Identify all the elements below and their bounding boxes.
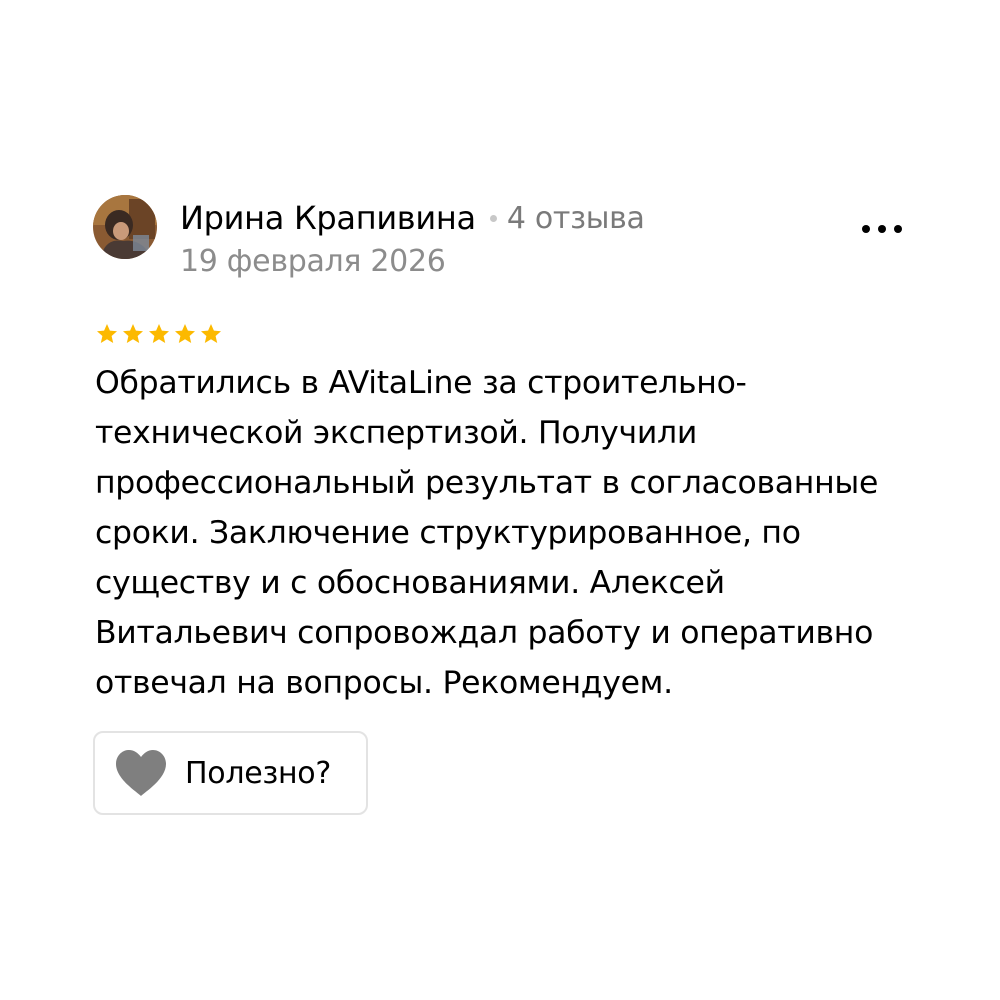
user-photo-avatar-icon bbox=[93, 195, 157, 259]
more-options-button[interactable] bbox=[855, 212, 909, 246]
helpful-label: Полезно? bbox=[185, 755, 331, 791]
review-text: Обратились в AVitaLine за строительно-те… bbox=[95, 358, 915, 708]
review-text-line: Обратились в AVitaLine за строительно- bbox=[95, 365, 747, 401]
author-review-count[interactable]: 4 отзыва bbox=[507, 201, 645, 236]
review-text-line: отвечал на вопросы. Рекомендуем. bbox=[95, 665, 673, 701]
star-icon bbox=[201, 324, 221, 343]
more-dots-icon bbox=[862, 225, 902, 233]
author-avatar[interactable] bbox=[93, 195, 157, 259]
review-text-line: существу и с обоснованиями. Алексей bbox=[95, 565, 725, 601]
heart-icon bbox=[116, 750, 166, 796]
author-name[interactable]: Ирина Крапивина bbox=[180, 199, 476, 237]
author-line: Ирина Крапивина 4 отзыва bbox=[180, 196, 645, 240]
review-text-line: Витальевич сопровождал работу и оператив… bbox=[95, 615, 874, 651]
star-icon bbox=[149, 324, 169, 343]
star-icon bbox=[123, 324, 143, 343]
review-text-line: профессиональный результат в согласованн… bbox=[95, 465, 879, 501]
star-icon bbox=[97, 324, 117, 343]
helpful-button[interactable]: Полезно? bbox=[93, 731, 368, 815]
review-date: 19 февраля 2026 bbox=[180, 244, 446, 279]
review-text-line: технической экспертизой. Получили bbox=[95, 415, 697, 451]
review-card: Ирина Крапивина 4 отзыва 19 февраля 2026… bbox=[0, 0, 1000, 1000]
star-icon bbox=[175, 324, 195, 343]
review-text-line: сроки. Заключение структурированное, по bbox=[95, 515, 801, 551]
star-rating bbox=[95, 318, 225, 350]
separator-dot bbox=[489, 214, 497, 222]
